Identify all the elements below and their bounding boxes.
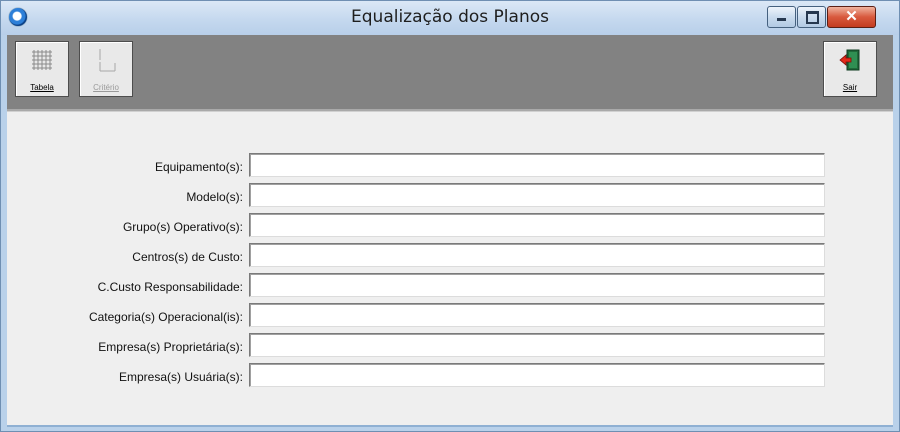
window-bottom-border xyxy=(7,425,893,427)
maximize-button[interactable] xyxy=(797,6,826,28)
empresa-proprietaria-label: Empresa(s) Proprietária(s): xyxy=(98,340,243,354)
equipamento-field[interactable] xyxy=(249,153,825,177)
empresa-proprietaria-field[interactable] xyxy=(249,333,825,357)
minimize-button[interactable] xyxy=(767,6,796,28)
title-bar[interactable]: Equalização dos Planos ✕ xyxy=(1,1,899,35)
tabela-label: Tabela xyxy=(30,83,54,92)
form-row-centros-custo: Centros(s) de Custo: xyxy=(7,243,893,271)
tabela-button[interactable]: Tabela xyxy=(15,41,69,97)
equipamento-label: Equipamento(s): xyxy=(154,160,243,174)
form-row-categoria-operacional: Categoria(s) Operacional(is): xyxy=(7,303,893,331)
grupo-operativo-label: Grupo(s) Operativo(s): xyxy=(122,220,243,234)
sair-button[interactable]: Sair xyxy=(823,41,877,97)
toolbar: Tabela Critério Sair xyxy=(7,35,893,111)
categoria-operacional-label: Categoria(s) Operacional(is): xyxy=(88,310,243,324)
modelo-label: Modelo(s): xyxy=(186,190,243,204)
form-panel: Equipamento(s): Modelo(s): Grupo(s) Oper… xyxy=(7,111,893,426)
window-title: Equalização dos Planos xyxy=(351,7,549,27)
form-row-modelo: Modelo(s): xyxy=(7,183,893,211)
maximize-icon xyxy=(806,11,819,24)
form-row-empresa-proprietaria: Empresa(s) Proprietária(s): xyxy=(7,333,893,361)
ccusto-responsabilidade-field[interactable] xyxy=(249,273,825,297)
close-icon: ✕ xyxy=(845,8,858,25)
criteria-icon xyxy=(99,49,116,72)
criterio-label: Critério xyxy=(93,83,119,92)
form-row-empresa-usuaria: Empresa(s) Usuária(s): xyxy=(7,363,893,391)
categoria-operacional-field[interactable] xyxy=(249,303,825,327)
close-button[interactable]: ✕ xyxy=(827,6,876,28)
exit-door-icon xyxy=(839,49,860,71)
sair-label: Sair xyxy=(842,83,858,92)
form-row-grupo-operativo: Grupo(s) Operativo(s): xyxy=(7,213,893,241)
form-row-ccusto-responsabilidade: C.Custo Responsabilidade: xyxy=(7,273,893,301)
centros-custo-label: Centros(s) de Custo: xyxy=(132,250,243,264)
criterio-button[interactable]: Critério xyxy=(79,41,133,97)
grid-icon xyxy=(32,50,52,70)
empresa-usuaria-field[interactable] xyxy=(249,363,825,387)
modelo-field[interactable] xyxy=(249,183,825,207)
main-window: Equalização dos Planos ✕ Tabela Critério… xyxy=(0,0,900,432)
form-row-equipamento: Equipamento(s): xyxy=(7,153,893,181)
minimize-icon xyxy=(777,18,786,21)
empresa-usuaria-label: Empresa(s) Usuária(s): xyxy=(118,370,243,384)
grupo-operativo-field[interactable] xyxy=(249,213,825,237)
ccusto-responsabilidade-label: C.Custo Responsabilidade: xyxy=(97,280,243,294)
centros-custo-field[interactable] xyxy=(249,243,825,267)
